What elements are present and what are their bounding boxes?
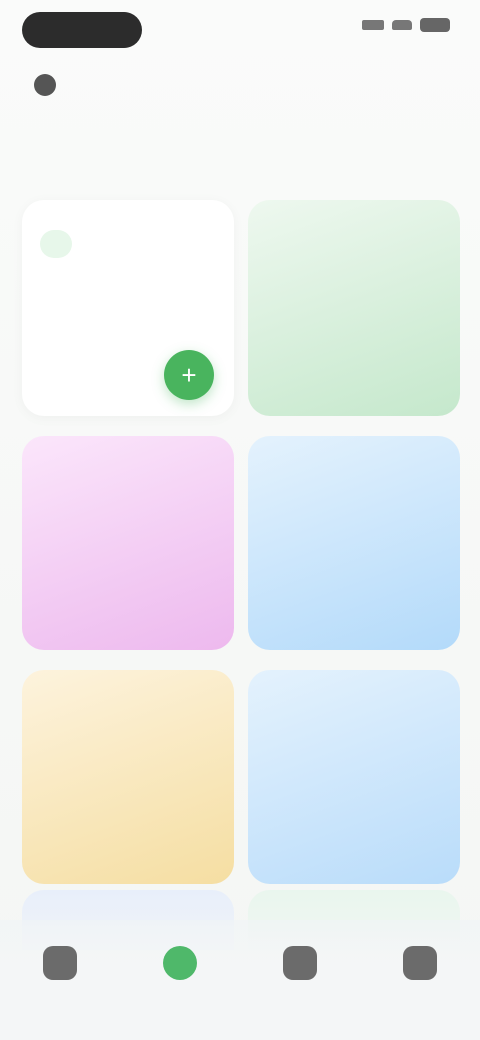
nav-item-home[interactable] <box>10 946 110 988</box>
sub-header <box>0 66 480 106</box>
battery-icon <box>420 18 450 32</box>
tile-pink[interactable] <box>22 436 234 650</box>
tile-blue-1[interactable] <box>248 436 460 650</box>
app-screen: + <box>0 0 480 1040</box>
add-button[interactable]: + <box>164 350 214 400</box>
status-indicators <box>362 18 450 32</box>
chat-icon <box>163 946 197 980</box>
calendar-icon <box>283 946 317 980</box>
profile-icon <box>403 946 437 980</box>
plus-icon: + <box>181 360 197 390</box>
bottom-nav <box>0 920 480 1040</box>
tile-yellow[interactable] <box>22 670 234 884</box>
info-tile[interactable]: + <box>22 200 234 416</box>
status-time-pill <box>22 12 142 48</box>
nav-item-calendar[interactable] <box>250 946 350 988</box>
nav-item-chat[interactable] <box>130 946 230 988</box>
status-badge <box>40 230 72 258</box>
status-bar <box>0 0 480 62</box>
signal-icon <box>362 20 384 30</box>
user-chip[interactable] <box>34 74 66 96</box>
tile-green[interactable] <box>248 200 460 416</box>
tile-blue-2[interactable] <box>248 670 460 884</box>
nav-item-profile[interactable] <box>370 946 470 988</box>
home-icon <box>43 946 77 980</box>
wifi-icon <box>392 20 412 30</box>
avatar <box>34 74 56 96</box>
